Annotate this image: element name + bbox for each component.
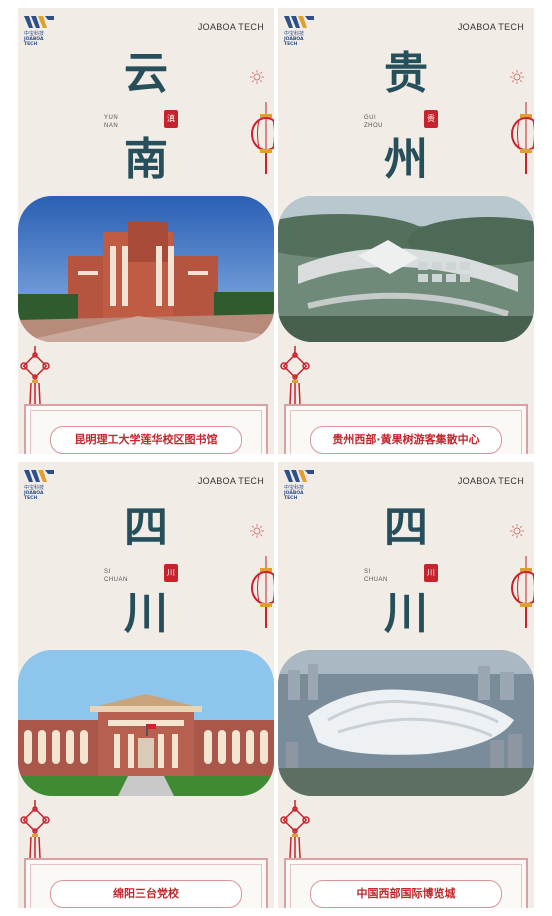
pinyin-line-2: NAN: [104, 123, 119, 129]
caption-frame: 绵阳三台党校: [24, 858, 268, 908]
brand-name: JOABOA TECH: [197, 476, 264, 486]
lantern-icon: [251, 556, 274, 628]
pinyin-line-2: CHUAN: [364, 577, 388, 583]
pinyin-line-1: YUN: [104, 115, 119, 121]
brand-name: JOABOA TECH: [457, 22, 524, 32]
building-photo: [18, 650, 274, 796]
logo-mark-icon: [284, 16, 314, 28]
sun-ornament-icon: [510, 70, 524, 84]
province-char-1: 四: [384, 502, 428, 553]
province-card-sichuan-2: 中宝科技 JOABOA TECH JOABOA TECH 四 SI CHUAN …: [278, 462, 534, 908]
pinyin-label: SI CHUAN: [104, 568, 128, 584]
province-char-2: 川: [124, 588, 168, 639]
chinese-knot-icon: [280, 346, 310, 406]
logo-mark-icon: [24, 470, 54, 482]
logo-text-en: JOABOA TECH: [284, 37, 304, 47]
pinyin-label: SI CHUAN: [364, 568, 388, 584]
province-char-2: 南: [124, 134, 168, 185]
lantern-icon: [511, 556, 534, 628]
chinese-knot-icon: [20, 800, 50, 860]
sun-ornament-icon: [250, 524, 264, 538]
logo-mark-icon: [284, 470, 314, 482]
province-card-yunnan: 中宝科技 JOABOA TECH JOABOA TECH 云 YUN NAN 滇…: [18, 8, 274, 454]
province-char-2: 川: [384, 588, 428, 639]
company-logo: 中宝科技 JOABOA TECH: [24, 468, 58, 501]
province-card-sichuan-1: 中宝科技 JOABOA TECH JOABOA TECH 四 SI CHUAN …: [18, 462, 274, 908]
building-photo: [278, 650, 534, 796]
sun-ornament-icon: [510, 524, 524, 538]
caption-frame: 贵州西部·黄果树游客集散中心: [284, 404, 528, 454]
building-caption: 贵州西部·黄果树游客集散中心: [310, 426, 502, 454]
province-char-1: 四: [124, 502, 168, 553]
pinyin-line-1: SI: [104, 569, 111, 575]
company-logo: 中宝科技 JOABOA TECH: [24, 14, 58, 47]
lantern-icon: [511, 102, 534, 174]
logo-mark-icon: [24, 16, 54, 28]
red-seal: 川: [164, 564, 178, 582]
sun-ornament-icon: [250, 70, 264, 84]
building-caption: 中国西部国际博览城: [310, 880, 502, 908]
brand-name: JOABOA TECH: [197, 22, 264, 32]
province-char-1: 云: [124, 48, 168, 99]
pinyin-label: YUN NAN: [104, 114, 118, 130]
logo-text-en: JOABOA TECH: [284, 491, 304, 501]
red-seal: 贵: [424, 110, 438, 128]
caption-frame: 昆明理工大学莲华校区图书馆: [24, 404, 268, 454]
province-card-guizhou: 中宝科技 JOABOA TECH JOABOA TECH 贵 GUI ZHOU …: [278, 8, 534, 454]
logo-text-en: JOABOA TECH: [24, 491, 44, 501]
building-caption: 绵阳三台党校: [50, 880, 242, 908]
red-seal: 滇: [164, 110, 178, 128]
province-char-2: 州: [384, 134, 428, 185]
lantern-icon: [251, 102, 274, 174]
chinese-knot-icon: [280, 800, 310, 860]
company-logo: 中宝科技 JOABOA TECH: [284, 468, 318, 501]
logo-text-en: JOABOA TECH: [24, 37, 44, 47]
building-photo: [18, 196, 274, 342]
pinyin-line-1: GUI: [364, 115, 377, 121]
building-caption: 昆明理工大学莲华校区图书馆: [50, 426, 242, 454]
pinyin-line-1: SI: [364, 569, 371, 575]
pinyin-line-2: CHUAN: [104, 577, 128, 583]
pinyin-line-2: ZHOU: [364, 123, 383, 129]
pinyin-label: GUI ZHOU: [364, 114, 383, 130]
province-char-1: 贵: [384, 48, 428, 99]
caption-frame: 中国西部国际博览城: [284, 858, 528, 908]
building-photo: [278, 196, 534, 342]
brand-name: JOABOA TECH: [457, 476, 524, 486]
company-logo: 中宝科技 JOABOA TECH: [284, 14, 318, 47]
red-seal: 川: [424, 564, 438, 582]
chinese-knot-icon: [20, 346, 50, 406]
